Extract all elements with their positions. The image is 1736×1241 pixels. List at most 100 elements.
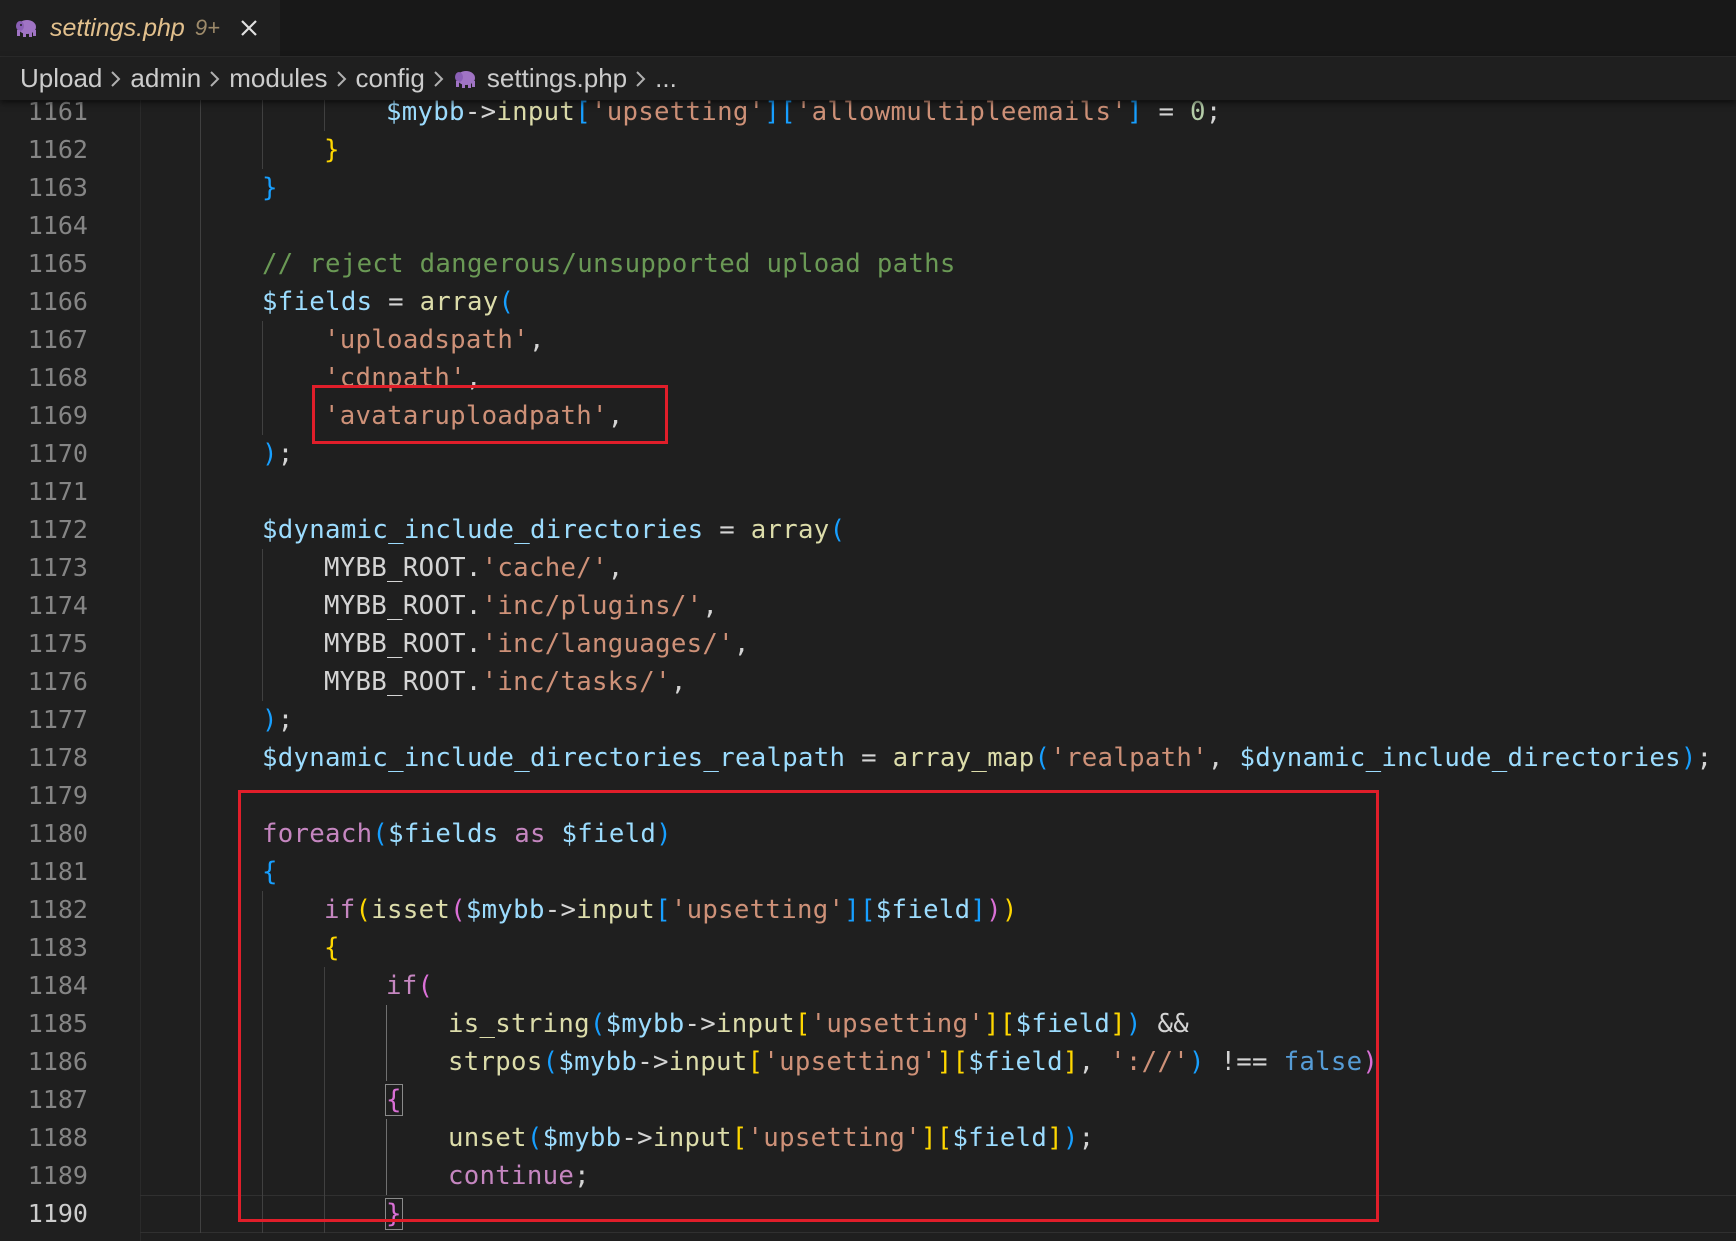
code-token: ( (498, 287, 515, 317)
breadcrumb-item-config[interactable]: config (356, 63, 425, 94)
code-token: = (1142, 97, 1191, 127)
code-token: ; (1696, 743, 1713, 773)
breadcrumb-item-upload[interactable]: Upload (20, 63, 102, 94)
code-token: $dynamic_include_directories (262, 515, 704, 545)
line-number: 1166 (27, 287, 88, 316)
line-number: 1169 (27, 401, 88, 430)
line-number: 1185 (27, 1009, 88, 1038)
line-number: 1180 (27, 819, 88, 848)
breadcrumb-item-file[interactable]: settings.php (487, 63, 627, 94)
line-number: 1167 (27, 325, 88, 354)
code-token: = (372, 287, 420, 317)
code-token: array (750, 515, 830, 545)
code-token: 'realpath' (1050, 743, 1208, 773)
code-token: 'inc/plugins/' (481, 591, 703, 621)
line-number: 1168 (27, 363, 88, 392)
code-token: . (465, 591, 482, 621)
breadcrumb-item-admin[interactable]: admin (130, 63, 201, 94)
line-number: 1183 (27, 933, 88, 962)
code-line[interactable]: MYBB_ROOT.'inc/tasks/', (324, 663, 687, 701)
line-number: 1189 (27, 1161, 88, 1190)
code-token: -> (464, 97, 497, 127)
code-token: // reject dangerous/unsupported upload p… (262, 249, 956, 279)
code-token: , (702, 591, 719, 621)
indent-guide (262, 549, 263, 701)
line-number: 1177 (27, 705, 88, 734)
line-number: 1184 (27, 971, 88, 1000)
code-token: 0 (1190, 97, 1206, 127)
code-token: . (465, 629, 482, 659)
code-line[interactable]: // reject dangerous/unsupported upload p… (262, 245, 956, 283)
code-token: ) (262, 705, 278, 735)
tab-bar: settings.php 9+ (0, 0, 1736, 57)
line-number: 1187 (27, 1085, 88, 1114)
code-token: ( (1034, 743, 1051, 773)
code-token: $fields (262, 287, 373, 317)
line-number: 1190 (27, 1199, 88, 1228)
code-token: . (465, 667, 482, 697)
code-token: MYBB_ROOT (324, 667, 466, 697)
code-token: MYBB_ROOT (324, 629, 466, 659)
chevron-right-icon (336, 69, 348, 89)
code-token: } (324, 135, 340, 165)
code-token: ) (1680, 743, 1697, 773)
line-number: 1186 (27, 1047, 88, 1076)
code-token: , (670, 667, 687, 697)
code-token: $dynamic_include_directories_realpath (262, 743, 846, 773)
code-token: } (262, 173, 278, 203)
code-line[interactable]: $dynamic_include_directories_realpath = … (262, 739, 1712, 777)
breadcrumb-item-symbols[interactable]: ... (655, 63, 677, 94)
code-token: array (419, 287, 499, 317)
line-number-gutter: 1161 1162 1163 1164 1165 1166 1167 1168 1169 1170… (0, 93, 140, 1241)
code-line[interactable]: MYBB_ROOT.'cache/', (324, 549, 624, 587)
line-number: 1173 (27, 553, 88, 582)
problems-badge: 9+ (194, 15, 220, 40)
breadcrumb-item-modules[interactable]: modules (229, 63, 327, 94)
code-token: array_map (892, 743, 1035, 773)
chevron-right-icon (209, 69, 221, 89)
code-token: 'uploadspath' (324, 325, 529, 355)
line-number: 1181 (27, 857, 88, 886)
code-token: ][ (764, 97, 796, 127)
code-token: 'cache/' (481, 553, 608, 583)
indent-guide (262, 321, 263, 435)
code-token: ; (277, 439, 294, 469)
code-line[interactable]: } (262, 169, 278, 207)
chevron-right-icon (110, 69, 122, 89)
code-line[interactable]: $dynamic_include_directories = array( (262, 511, 845, 549)
chevron-right-icon (433, 69, 445, 89)
code-token: 'inc/languages/' (481, 629, 734, 659)
line-number: 1188 (27, 1123, 88, 1152)
line-number: 1179 (27, 781, 88, 810)
close-icon[interactable] (238, 17, 260, 39)
code-token: , (528, 325, 545, 355)
code-line[interactable]: 'uploadspath', (324, 321, 545, 359)
indent-guide (200, 93, 201, 1233)
code-line[interactable]: ); (262, 435, 294, 473)
code-token: 'allowmultipleemails' (795, 97, 1127, 127)
code-token: MYBB_ROOT (324, 553, 466, 583)
tab-filename: settings.php (50, 13, 185, 42)
code-token: $dynamic_include_directories (1239, 743, 1681, 773)
line-number: 1164 (27, 211, 88, 240)
code-token: MYBB_ROOT (324, 591, 466, 621)
code-line[interactable]: $fields = array( (262, 283, 514, 321)
code-line[interactable]: ); (262, 701, 294, 739)
code-token: ; (277, 705, 294, 735)
php-elephant-icon (453, 69, 477, 89)
line-number: 1171 (27, 477, 88, 506)
line-number: 1176 (27, 667, 88, 696)
line-number: 1162 (27, 135, 88, 164)
code-token: 'upsetting' (590, 97, 765, 127)
highlight-box-foreach-block (238, 790, 1379, 1222)
line-number: 1170 (27, 439, 88, 468)
code-line[interactable]: MYBB_ROOT.'inc/plugins/', (324, 587, 718, 625)
code-token: [ (575, 97, 591, 127)
chevron-right-icon (635, 69, 647, 89)
line-number: 1172 (27, 515, 88, 544)
tab-settings-php[interactable]: settings.php 9+ (0, 0, 280, 56)
code-line[interactable]: } (324, 131, 340, 169)
code-line[interactable]: MYBB_ROOT.'inc/languages/', (324, 625, 750, 663)
line-number: 1178 (27, 743, 88, 772)
code-token: $mybb (386, 97, 465, 127)
